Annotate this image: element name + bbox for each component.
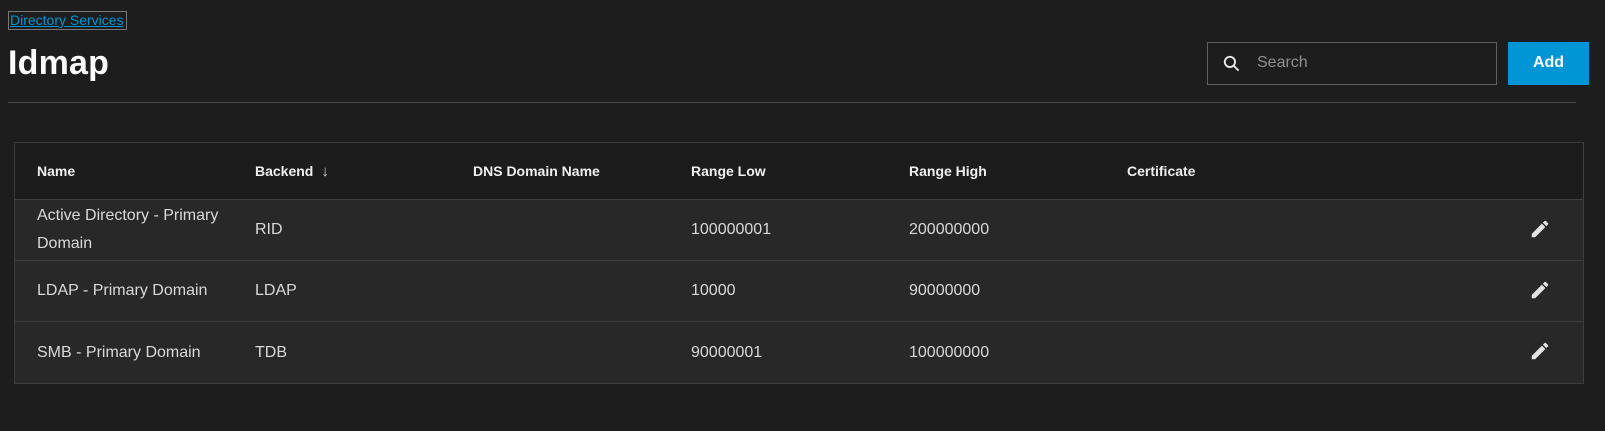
table-row: SMB - Primary Domain TDB 90000001 100000… — [15, 322, 1583, 383]
cell-name: SMB - Primary Domain — [37, 343, 201, 361]
cell-range-low: 90000001 — [691, 343, 763, 361]
cell-range-high: 200000000 — [909, 221, 990, 238]
table-row: LDAP - Primary Domain LDAP 10000 9000000… — [15, 261, 1583, 322]
edit-row-button[interactable] — [1525, 336, 1555, 369]
cell-backend: LDAP — [255, 282, 297, 299]
cell-range-low: 10000 — [691, 282, 736, 299]
cell-name: LDAP - Primary Domain — [37, 282, 208, 299]
column-header-name[interactable]: Name — [37, 163, 255, 179]
table-header-row: Name Backend ↓ DNS Domain Name Range Low… — [15, 143, 1583, 200]
column-header-range-low[interactable]: Range Low — [691, 163, 909, 179]
edit-row-button[interactable] — [1525, 214, 1555, 247]
pencil-edit-icon — [1529, 340, 1551, 365]
column-header-certificate[interactable]: Certificate — [1127, 163, 1345, 179]
cell-range-high: 90000000 — [909, 282, 981, 299]
cell-backend: RID — [255, 221, 283, 238]
column-header-dns-domain-name[interactable]: DNS Domain Name — [473, 163, 691, 179]
idmap-page: Directory Services Idmap Add — [0, 0, 1605, 431]
breadcrumb: Directory Services — [8, 11, 1589, 35]
search-icon — [1222, 54, 1241, 73]
pencil-edit-icon — [1529, 218, 1551, 243]
pencil-edit-icon — [1529, 279, 1551, 304]
page-title: Idmap — [8, 43, 110, 82]
cell-backend: TDB — [255, 343, 287, 361]
column-header-range-high[interactable]: Range High — [909, 163, 1127, 179]
table-row: Active Directory - Primary Domain RID 10… — [15, 200, 1583, 261]
column-header-backend[interactable]: Backend ↓ — [255, 163, 473, 180]
add-button[interactable]: Add — [1508, 41, 1589, 85]
breadcrumb-link-directory-services[interactable]: Directory Services — [8, 11, 127, 30]
cell-range-high: 100000000 — [909, 343, 990, 361]
edit-row-button[interactable] — [1525, 275, 1555, 308]
page-header: Directory Services Idmap Add — [0, 0, 1605, 103]
search-input[interactable] — [1257, 54, 1484, 72]
header-divider — [8, 102, 1576, 103]
header-controls: Add — [1207, 41, 1589, 85]
cell-range-low: 100000001 — [691, 221, 772, 238]
idmap-table: Name Backend ↓ DNS Domain Name Range Low… — [14, 142, 1584, 384]
cell-name: Active Directory - Primary Domain — [37, 207, 219, 252]
search-box[interactable] — [1207, 41, 1497, 85]
sort-descending-icon: ↓ — [321, 162, 329, 180]
